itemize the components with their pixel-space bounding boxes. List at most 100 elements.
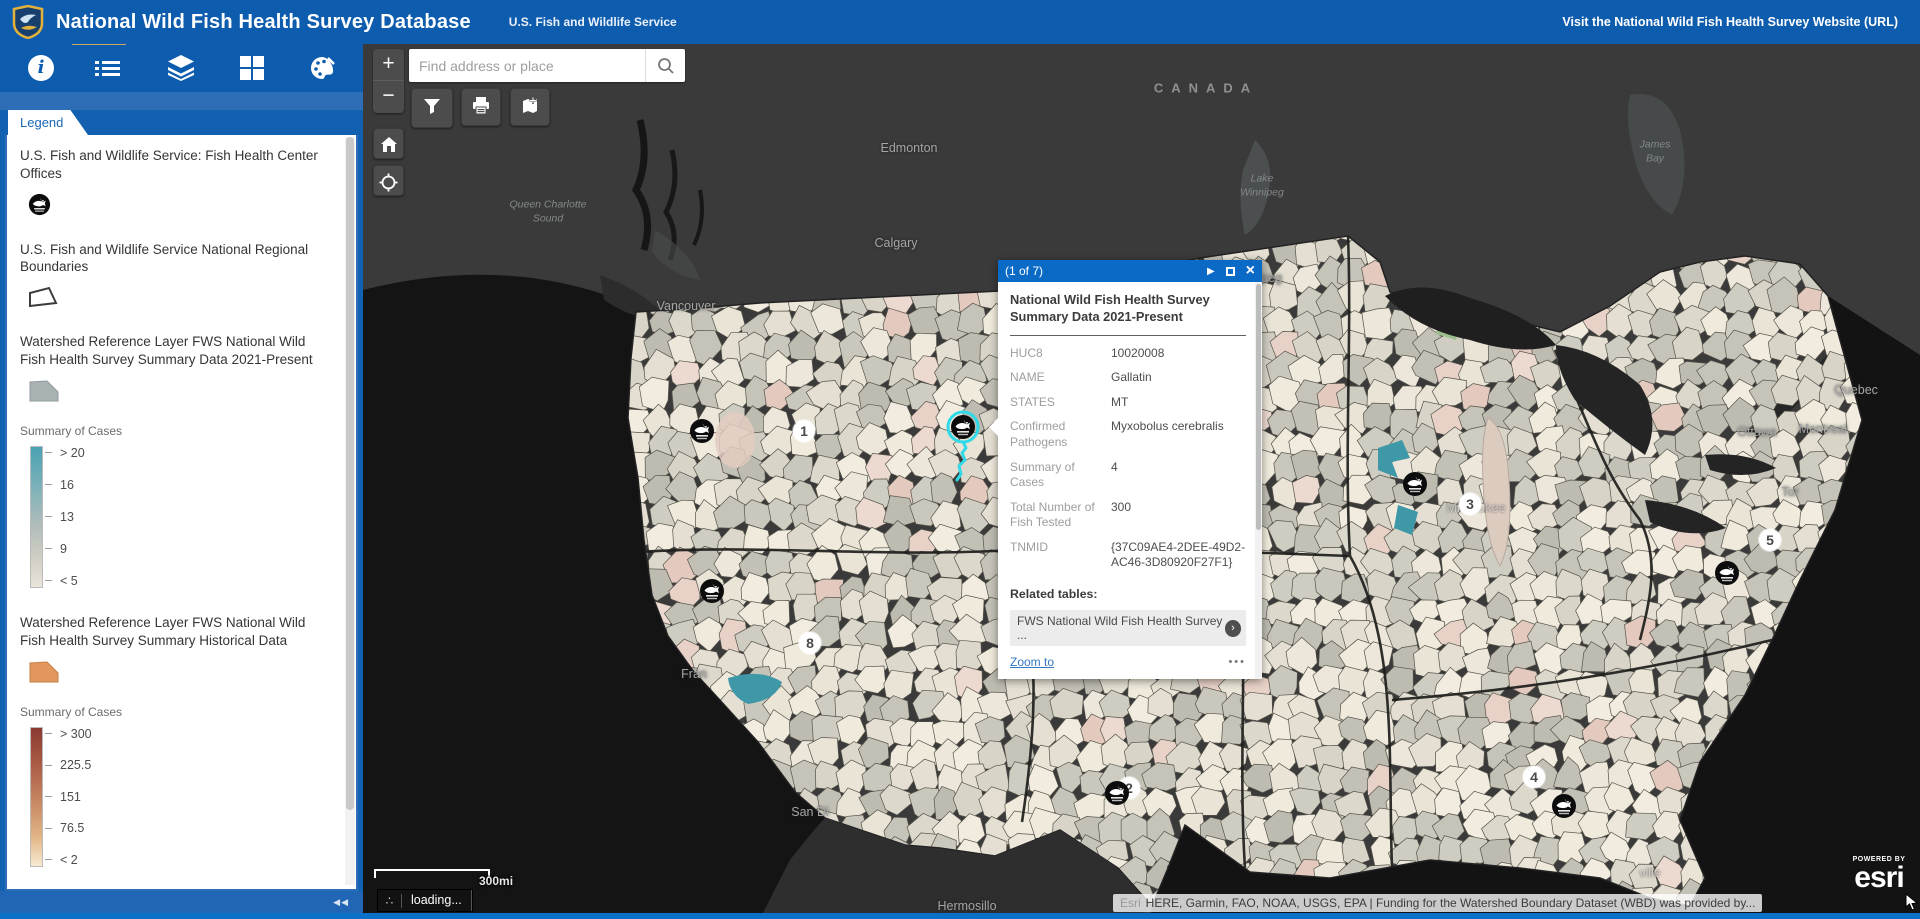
chevron-right-icon[interactable]: › (1225, 620, 1241, 637)
map-label: Queen Charlotte Sound (509, 198, 586, 225)
fish-health-center-marker[interactable] (1551, 793, 1577, 819)
app-root: CANADAEdmontonCalgaryVancouverWinnipegQu… (0, 0, 1920, 919)
search-input[interactable] (409, 49, 645, 82)
loading-spinner-icon: ∴ (378, 894, 402, 908)
map-label: Tor (1781, 485, 1798, 499)
orange-polygon-symbol (28, 660, 332, 689)
map-label: Montreal (1799, 422, 1848, 436)
field-value: MT (1109, 395, 1128, 411)
popup-field-row: Confirmed PathogensMyxobolus cerebralis (1010, 419, 1246, 450)
legend-scrollbar[interactable] (345, 137, 355, 885)
loading-indicator: ∴ loading... (377, 889, 473, 912)
fish-icon (1402, 471, 1428, 497)
app-subtitle: U.S. Fish and Wildlife Service (509, 15, 677, 29)
field-label: NAME (1010, 370, 1109, 386)
fish-health-center-marker[interactable] (689, 418, 715, 444)
widget-toolbar: i (0, 44, 363, 92)
field-value: 300 (1109, 500, 1131, 531)
popup-maximize-icon[interactable] (1226, 267, 1235, 276)
field-label: Confirmed Pathogens (1010, 419, 1109, 450)
popup-field-row: Summary of Cases4 (1010, 460, 1246, 491)
related-table-item[interactable]: FWS National Wild Fish Health Survey ...… (1010, 610, 1246, 646)
save-map-icon (520, 96, 540, 116)
legend-sublabel: Summary of Cases (20, 705, 332, 719)
sidebar-tab-draw[interactable] (299, 48, 345, 88)
legend-sublabel: Summary of Cases (20, 424, 332, 438)
print-button[interactable] (461, 88, 501, 126)
popup-menu-dots[interactable]: ••• (1228, 656, 1246, 668)
zoom-in-button[interactable]: + (373, 49, 404, 81)
fish-health-center-marker[interactable] (1104, 780, 1130, 806)
filter-button[interactable] (411, 88, 453, 128)
collapse-arrows-icon: ◀◀ (333, 897, 349, 907)
popup-header[interactable]: (1 of 7) ▶ × (998, 260, 1262, 282)
region-number-badge: 4 (1523, 766, 1545, 788)
related-tables-heading: Related tables: (1010, 587, 1246, 601)
sidebar-collapse-bar[interactable]: ◀◀ (0, 891, 363, 913)
teal-color-ramp: > 20 16 13 9 < 5 (30, 446, 332, 588)
panel-tab-row: Legend (0, 110, 363, 135)
popup-field-row: HUC810020008 (1010, 346, 1246, 362)
fish-health-center-marker[interactable] (699, 578, 725, 604)
popup-pager: (1 of 7) (1005, 264, 1043, 278)
sidebar-tab-basemap[interactable] (229, 48, 275, 88)
search-box (409, 49, 685, 82)
fish-icon (1714, 560, 1740, 586)
red-color-ramp: > 300 225.5 151 76.5 < 2 (30, 727, 332, 867)
fish-icon (950, 414, 976, 440)
home-button[interactable] (373, 128, 404, 159)
field-value: Gallatin (1109, 370, 1152, 386)
map-attribution: EsriHERE, Garmin, FAO, NOAA, USGS, EPA |… (1113, 894, 1762, 912)
popup-fields: HUC810020008NAMEGallatinSTATESMTConfirme… (1010, 346, 1246, 572)
legend-item-title: U.S. Fish and Wildlife Service National … (20, 241, 332, 277)
sidebar-tab-legend[interactable] (88, 48, 134, 88)
fish-icon (689, 418, 715, 444)
info-icon: i (28, 55, 54, 81)
popup-field-row: TNMID{37C09AE4-2DEE-49D2-AC46-3D80920F27… (1010, 540, 1246, 571)
feature-popup: (1 of 7) ▶ × National Wild Fish Health S… (998, 260, 1262, 679)
fish-health-center-marker[interactable] (1402, 471, 1428, 497)
field-label: Total Number of Fish Tested (1010, 500, 1109, 531)
legend-list-icon (102, 58, 120, 79)
fish-icon (699, 578, 725, 604)
map-label: Calgary (874, 236, 917, 250)
website-link[interactable]: Visit the National Wild Fish Health Surv… (1562, 15, 1898, 29)
region-number-badge: 1 (793, 420, 815, 442)
locate-button[interactable] (373, 165, 404, 196)
zoom-control: + − (373, 49, 404, 113)
popup-next-icon[interactable]: ▶ (1207, 266, 1215, 277)
map-label: Edmonton (881, 141, 938, 155)
fish-health-center-marker-selected[interactable] (950, 414, 976, 440)
palette-icon (308, 55, 336, 81)
popup-scrollbar[interactable] (1255, 282, 1262, 679)
popup-pointer (989, 418, 998, 436)
zoom-out-button[interactable]: − (373, 81, 404, 113)
fish-icon (1551, 793, 1577, 819)
app-title: National Wild Fish Health Survey Databas… (56, 11, 471, 34)
map-label: Vancouver (657, 299, 716, 313)
field-label: STATES (1010, 395, 1109, 411)
region-number-badge: 3 (1459, 493, 1481, 515)
popup-close-icon[interactable]: × (1246, 265, 1255, 277)
region-number-badge: 5 (1759, 529, 1781, 551)
search-icon[interactable] (645, 49, 685, 82)
fish-icon (1104, 780, 1130, 806)
map-area[interactable]: CANADAEdmontonCalgaryVancouverWinnipegQu… (363, 44, 1920, 913)
save-map-button[interactable] (510, 88, 550, 126)
fish-health-center-marker[interactable] (1714, 560, 1740, 586)
map-label: Quebec (1834, 383, 1878, 397)
layers-icon (167, 55, 195, 81)
esri-logo[interactable]: POWERED BY esri (1840, 856, 1918, 893)
sidebar: i (0, 44, 363, 913)
legend-tab[interactable]: Legend (8, 110, 88, 135)
fws-logo (12, 5, 44, 39)
legend-item-title: Watershed Reference Layer FWS National W… (20, 614, 332, 650)
field-value: {37C09AE4-2DEE-49D2-AC46-3D80920F27F1} (1109, 540, 1246, 571)
popup-title: National Wild Fish Health Survey Summary… (1010, 291, 1246, 326)
sidebar-tab-info[interactable]: i (18, 48, 64, 88)
field-value: 4 (1109, 460, 1118, 491)
teal-polygon-symbol (28, 379, 332, 408)
zoom-to-link[interactable]: Zoom to (1010, 655, 1054, 669)
sidebar-tab-layers[interactable] (158, 48, 204, 88)
legend-panel: U.S. Fish and Wildlife Service: Fish Hea… (5, 135, 358, 891)
